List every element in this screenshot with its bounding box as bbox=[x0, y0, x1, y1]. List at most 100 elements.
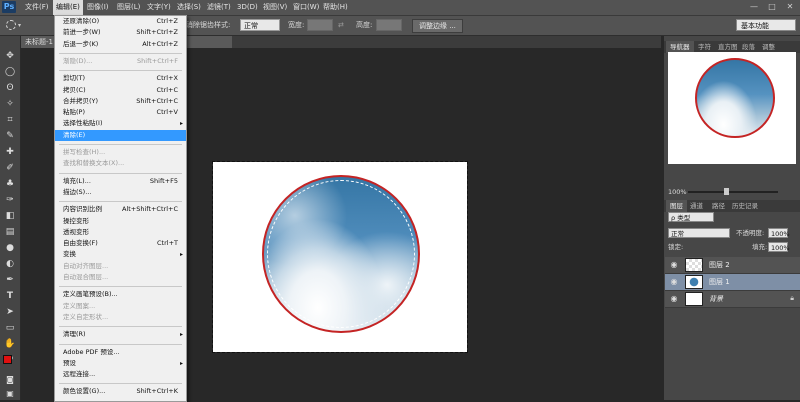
menu-3d[interactable]: 3D(D) bbox=[234, 0, 261, 15]
edit-menu-item[interactable]: 粘贴(P) Ctrl+V bbox=[55, 107, 186, 118]
zoom-slider-handle[interactable] bbox=[724, 188, 729, 195]
edit-menu-item[interactable]: 填充(L)... Shift+F5 bbox=[55, 176, 186, 187]
edit-menu-item[interactable]: 操控变形 bbox=[55, 216, 186, 227]
edit-menu-item[interactable]: 还原清除(O) Ctrl+Z bbox=[55, 16, 186, 27]
navigator-zoom-row: 100% bbox=[668, 187, 796, 197]
clone-stamp-icon[interactable]: ♣ bbox=[4, 178, 16, 190]
tab-history[interactable]: 历史记录 bbox=[728, 200, 762, 212]
edit-menu-item[interactable]: 定义图案... bbox=[55, 301, 186, 312]
hand-tool-icon[interactable]: ✋ bbox=[4, 338, 16, 350]
ellipse-marquee-tool-icon[interactable]: ◯ bbox=[4, 66, 16, 78]
screen-mode-icon[interactable]: ▣ bbox=[4, 388, 16, 400]
menu-item-shortcut: Shift+Ctrl+Z bbox=[136, 28, 178, 37]
tab-paths[interactable]: 路径 bbox=[708, 200, 729, 212]
edit-menu-item[interactable]: 清理(R) ▸ bbox=[55, 329, 186, 340]
edit-menu-item[interactable]: 自动混合图层... bbox=[55, 272, 186, 283]
edit-menu-item[interactable]: 拼写检查(H)... bbox=[55, 147, 186, 158]
edit-menu-item[interactable]: 描边(S)... bbox=[55, 187, 186, 198]
maximize-icon[interactable]: □ bbox=[764, 1, 780, 13]
edit-menu-item[interactable]: 清除(E) bbox=[55, 129, 186, 141]
eye-icon[interactable]: ◉ bbox=[669, 277, 679, 287]
close-icon[interactable]: ✕ bbox=[782, 1, 798, 13]
blend-mode-select[interactable]: 正常 bbox=[668, 228, 730, 238]
workspace-select[interactable]: 基本功能 bbox=[736, 19, 796, 31]
tab-layers[interactable]: 图层 bbox=[666, 200, 687, 212]
edit-menu-item[interactable]: 合并拷贝(Y) Shift+Ctrl+C bbox=[55, 96, 186, 107]
menu-edit[interactable]: 编辑(E) bbox=[53, 0, 83, 15]
menu-image[interactable]: 图像(I) bbox=[84, 0, 112, 15]
menu-separator bbox=[59, 52, 182, 54]
eyedropper-icon[interactable]: ✎ bbox=[4, 130, 16, 142]
edit-menu-item[interactable]: 前进一步(W) Shift+Ctrl+Z bbox=[55, 27, 186, 38]
canvas-document[interactable] bbox=[212, 161, 468, 353]
edit-menu-item[interactable]: 远程连接... bbox=[55, 369, 186, 380]
width-field[interactable] bbox=[307, 19, 333, 31]
blur-tool-icon[interactable]: ● bbox=[4, 242, 16, 254]
edit-menu-item[interactable]: 自动对齐图层... bbox=[55, 261, 186, 272]
edit-menu-item[interactable]: 拷贝(C) Ctrl+C bbox=[55, 85, 186, 96]
dodge-tool-icon[interactable]: ◐ bbox=[4, 258, 16, 270]
edit-menu-item[interactable]: 渐隐(D)... Shift+Ctrl+F bbox=[55, 56, 186, 67]
layer-row[interactable]: ◉ 图层 1 bbox=[665, 274, 800, 291]
chevron-down-icon[interactable]: ▾ bbox=[18, 22, 21, 29]
zoom-slider[interactable] bbox=[688, 191, 778, 193]
edit-menu-item[interactable]: 变换 ▸ bbox=[55, 249, 186, 260]
edit-menu-item[interactable]: 自由变换(F) Ctrl+T bbox=[55, 238, 186, 249]
menu-item-label: 还原清除(O) bbox=[63, 17, 100, 25]
menu-help[interactable]: 帮助(H) bbox=[320, 0, 351, 15]
edit-menu-item[interactable]: 内容识别比例 Alt+Shift+Ctrl+C bbox=[55, 204, 186, 215]
magic-wand-icon[interactable]: ✧ bbox=[4, 98, 16, 110]
navigator-zoom-value[interactable]: 100% bbox=[668, 188, 687, 196]
navigator-preview[interactable] bbox=[668, 52, 796, 164]
edit-menu-item[interactable]: 颜色设置(G)... Shift+Ctrl+K bbox=[55, 386, 186, 397]
menu-window[interactable]: 窗口(W) bbox=[290, 0, 322, 15]
edit-menu-item[interactable]: 后退一步(K) Alt+Ctrl+Z bbox=[55, 39, 186, 50]
pen-tool-icon[interactable]: ✒ bbox=[4, 274, 16, 286]
menu-filter[interactable]: 滤镜(T) bbox=[204, 0, 234, 15]
menu-file[interactable]: 文件(F) bbox=[22, 0, 52, 15]
type-tool-icon[interactable]: T bbox=[4, 290, 16, 302]
edit-menu-item[interactable]: Adobe PDF 预设... bbox=[55, 347, 186, 358]
history-brush-icon[interactable]: ✑ bbox=[4, 194, 16, 206]
adjust-edge-button[interactable]: 调整边缘 ... bbox=[412, 19, 463, 33]
edit-menu-item[interactable]: 定义画笔预设(B)... bbox=[55, 289, 186, 300]
menu-layer[interactable]: 图层(L) bbox=[114, 0, 143, 15]
edit-menu-item[interactable]: 剪切(T) Ctrl+X bbox=[55, 73, 186, 84]
fill-field[interactable]: 100% bbox=[768, 242, 790, 252]
opacity-field[interactable]: 100% bbox=[768, 228, 790, 238]
move-tool-icon[interactable]: ✥ bbox=[4, 50, 16, 62]
eye-icon[interactable]: ◉ bbox=[669, 260, 679, 270]
menu-select[interactable]: 选择(S) bbox=[174, 0, 204, 15]
swap-icon[interactable]: ⇄ bbox=[338, 19, 344, 31]
lasso-tool-icon[interactable]: ʘ bbox=[4, 82, 16, 94]
minimize-icon[interactable]: — bbox=[746, 1, 762, 13]
ellipse-marquee-icon[interactable] bbox=[6, 20, 16, 30]
menu-item-label: 自动对齐图层... bbox=[63, 261, 109, 270]
tab-channels[interactable]: 通道 bbox=[686, 200, 707, 212]
edit-menu-item[interactable]: 定义自定形状... bbox=[55, 312, 186, 323]
style-select[interactable]: 正常 bbox=[240, 19, 280, 31]
layer-row[interactable]: ◉ 图层 2 bbox=[665, 257, 800, 274]
brush-tool-icon[interactable]: ✐ bbox=[4, 162, 16, 174]
quick-mask-icon[interactable]: ◙ bbox=[4, 374, 16, 386]
submenu-arrow-icon: ▸ bbox=[179, 359, 183, 367]
height-field[interactable] bbox=[376, 19, 402, 31]
foreground-color-swatch[interactable] bbox=[3, 355, 12, 364]
edit-menu-item[interactable]: 透视变形 bbox=[55, 227, 186, 238]
eye-icon[interactable]: ◉ bbox=[669, 294, 679, 304]
shape-tool-icon[interactable]: ▭ bbox=[4, 322, 16, 334]
edit-menu-item[interactable]: 预设 ▸ bbox=[55, 358, 186, 369]
menu-type[interactable]: 文字(Y) bbox=[144, 0, 174, 15]
crop-tool-icon[interactable]: ⌗ bbox=[4, 114, 16, 126]
edit-menu-item[interactable]: 查找和替换文本(X)... bbox=[55, 158, 186, 169]
layer-row[interactable]: ◉ 背景 🔒︎ bbox=[665, 291, 800, 308]
gradient-tool-icon[interactable]: ▤ bbox=[4, 226, 16, 238]
eraser-tool-icon[interactable]: ◧ bbox=[4, 210, 16, 222]
menu-item-label: Adobe PDF 预设... bbox=[63, 347, 120, 356]
healing-brush-icon[interactable]: ✚ bbox=[4, 146, 16, 158]
menu-view[interactable]: 视图(V) bbox=[260, 0, 290, 15]
edit-menu-item[interactable]: 选择性粘贴(I) ▸ bbox=[55, 118, 186, 129]
menu-item-label: 变换 bbox=[63, 250, 76, 259]
path-select-icon[interactable]: ➤ bbox=[4, 306, 16, 318]
layer-kind-filter[interactable]: ρ 类型 bbox=[668, 212, 714, 222]
